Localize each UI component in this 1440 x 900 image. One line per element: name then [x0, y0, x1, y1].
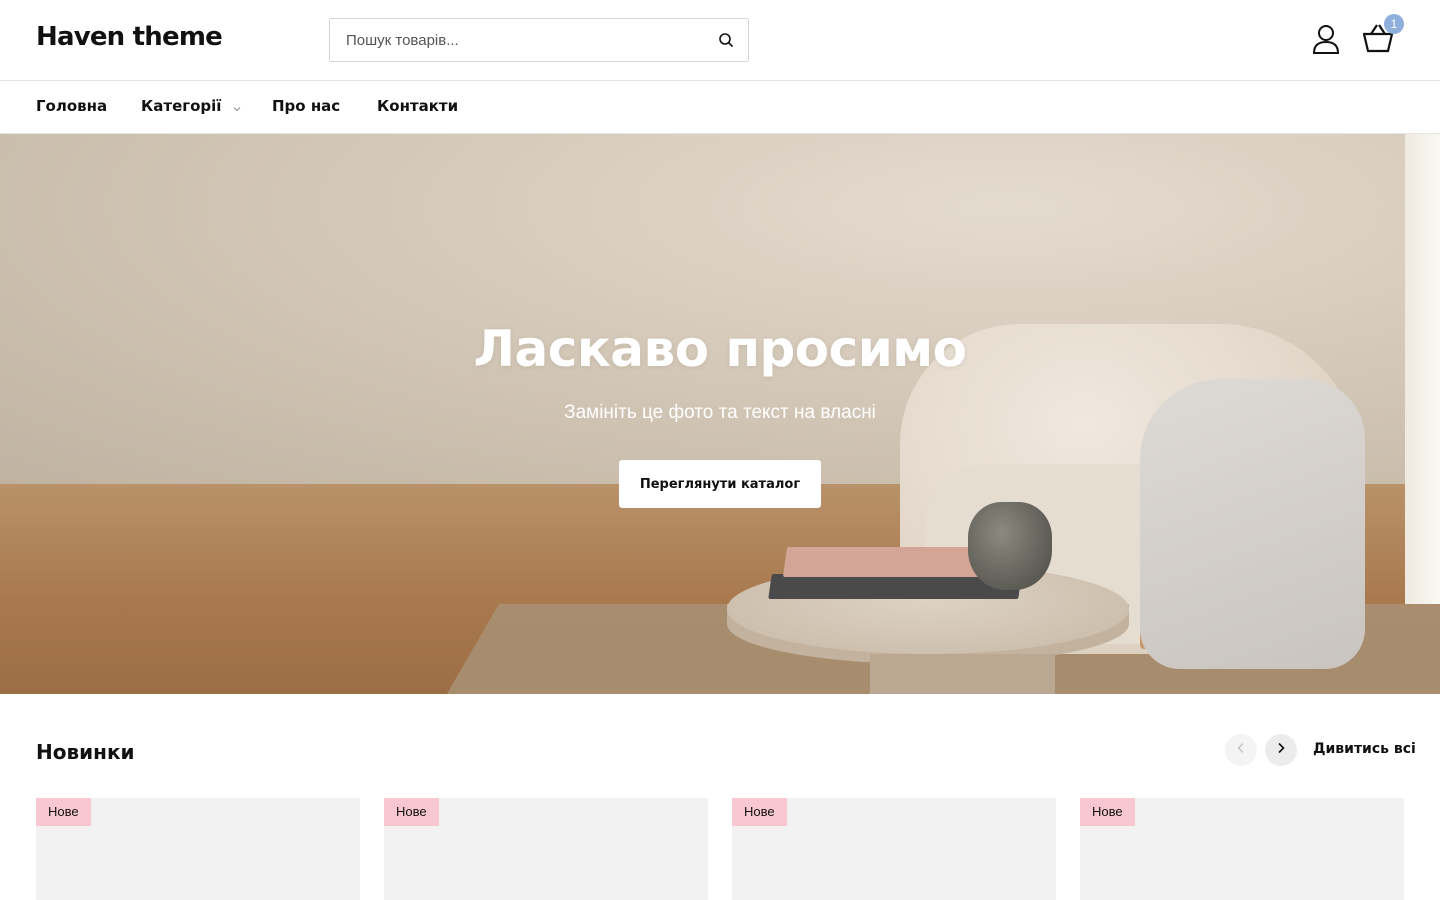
carousel-prev-button[interactable] — [1225, 734, 1257, 766]
new-badge: Нове — [732, 798, 787, 826]
new-arrivals-title: Новинки — [36, 740, 135, 764]
chevron-down-icon — [233, 98, 241, 116]
view-catalog-button[interactable]: Переглянути каталог — [619, 460, 821, 508]
new-badge: Нове — [384, 798, 439, 826]
new-badge: Нове — [36, 798, 91, 826]
logo[interactable]: Haven theme — [36, 22, 223, 52]
view-all-link[interactable]: Дивитись всі — [1313, 741, 1416, 757]
nav-item-contacts[interactable]: Контакти — [377, 97, 458, 115]
nav-item-label: Головна — [36, 97, 108, 115]
hero-banner: Ласкаво просимо Замініть це фото та текс… — [0, 134, 1440, 694]
chevron-left-icon — [1236, 741, 1246, 759]
search-box — [329, 18, 749, 62]
hero-subtitle: Замініть це фото та текст на власні — [564, 402, 876, 423]
chevron-right-icon — [1276, 741, 1286, 759]
nav-item-label: Категорії — [141, 97, 222, 115]
hero-content: Ласкаво просимо Замініть це фото та текс… — [0, 134, 1440, 694]
nav-item-label: Про нас — [272, 97, 341, 115]
nav-item-about[interactable]: Про нас — [272, 97, 340, 115]
nav-item-label: Контакти — [377, 97, 459, 115]
user-icon[interactable] — [1309, 22, 1343, 56]
hero-title: Ласкаво просимо — [473, 320, 967, 378]
product-card[interactable]: Нове — [1080, 798, 1404, 900]
search-input[interactable] — [330, 19, 710, 61]
nav-item-home[interactable]: Головна — [36, 97, 107, 115]
site-header: Haven theme 1 — [0, 0, 1440, 81]
product-card[interactable]: Нове — [384, 798, 708, 900]
product-card[interactable]: Нове — [732, 798, 1056, 900]
new-badge: Нове — [1080, 798, 1135, 826]
product-card[interactable]: Нове — [36, 798, 360, 900]
carousel-next-button[interactable] — [1265, 734, 1297, 766]
cart-count-badge: 1 — [1384, 14, 1404, 34]
search-icon[interactable] — [716, 30, 736, 50]
main-nav: Головна Категорії Про нас Контакти — [0, 81, 1440, 134]
nav-item-categories[interactable]: Категорії — [141, 97, 241, 116]
